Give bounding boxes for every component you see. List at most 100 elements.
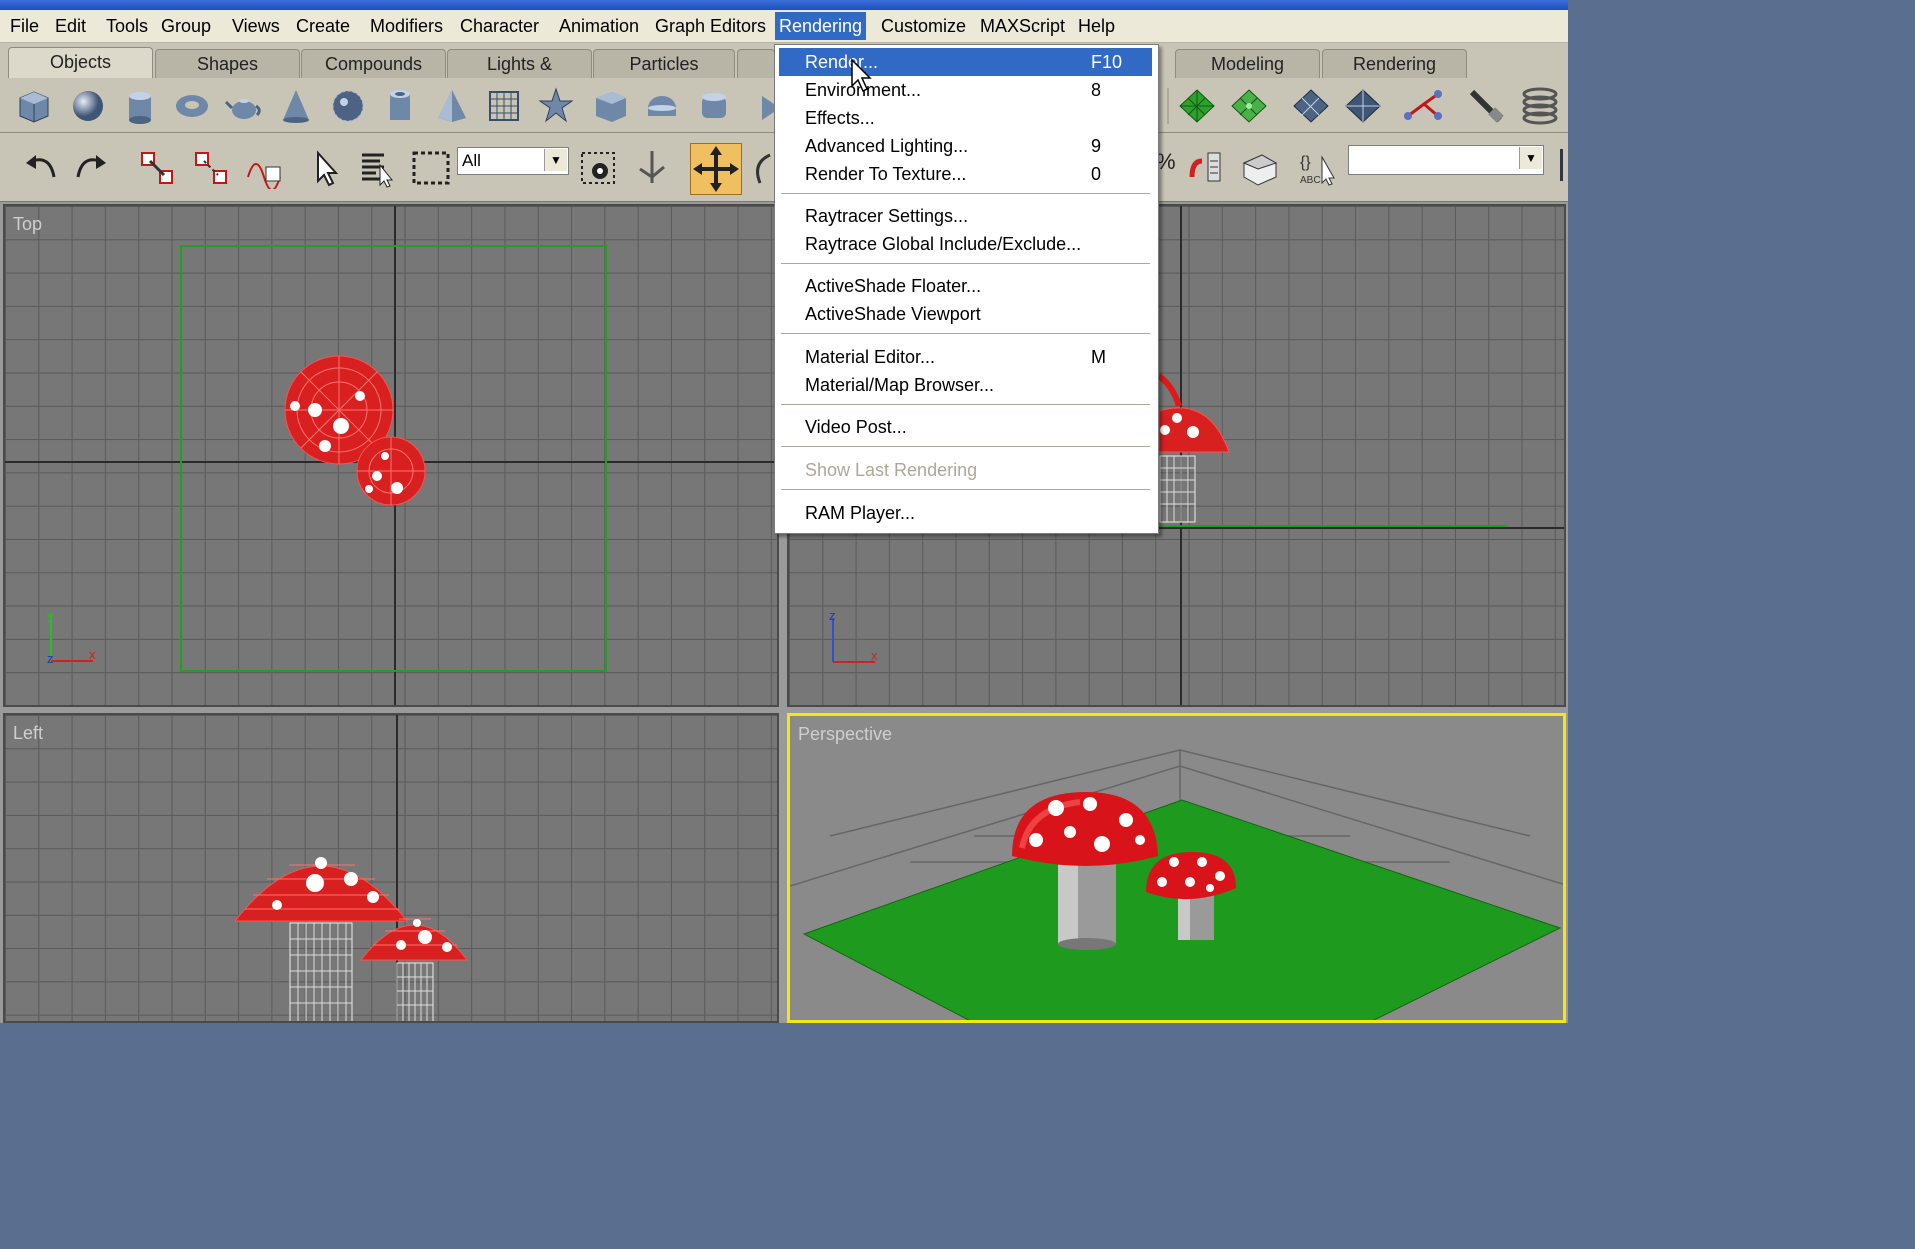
axis-z-label: z <box>829 608 836 623</box>
menu-file[interactable]: File <box>6 15 43 37</box>
tab-modeling[interactable]: Modeling <box>1175 49 1320 78</box>
menu-rendering[interactable]: Rendering <box>775 12 867 40</box>
menu-separator <box>781 193 1150 195</box>
viewport-top[interactable]: Top x y z <box>3 204 779 707</box>
select-and-link-icon[interactable] <box>136 147 178 189</box>
bind-to-space-warp-icon[interactable] <box>244 147 286 189</box>
viewport-left[interactable]: Left <box>3 713 779 1023</box>
toolbar-grip <box>1560 149 1563 181</box>
rotate-icon[interactable] <box>746 147 774 189</box>
menu-create[interactable]: Create <box>292 15 354 37</box>
mouse-cursor-icon <box>851 58 872 93</box>
title-bar <box>0 0 1568 10</box>
menu-separator <box>781 333 1150 335</box>
tube-icon[interactable] <box>380 86 420 126</box>
mirror-named-sel-icon[interactable]: {} ABC <box>1298 147 1340 189</box>
tab-rendering[interactable]: Rendering <box>1322 49 1467 78</box>
perspective-scene <box>790 749 1563 1020</box>
menu-item-advanced-lighting[interactable]: Advanced Lighting... 9 <box>779 132 1152 160</box>
pyramid-icon[interactable] <box>432 86 472 126</box>
menu-customize[interactable]: Customize <box>877 15 970 37</box>
menu-bar: File Edit Tools Group Views Create Modif… <box>0 10 1568 43</box>
menu-separator <box>781 404 1150 406</box>
cone-icon[interactable] <box>276 86 316 126</box>
axis-y-label: y <box>47 608 54 623</box>
selection-filter-dropdown[interactable]: All ▼ <box>457 147 569 175</box>
menu-item-material-map-browser[interactable]: Material/Map Browser... <box>779 371 1152 399</box>
menu-group[interactable]: Group <box>157 15 215 37</box>
tab-objects[interactable]: Objects <box>8 47 153 78</box>
tape-icon[interactable] <box>1466 86 1508 126</box>
menu-separator <box>781 489 1150 491</box>
menu-maxscript[interactable]: MAXScript <box>976 15 1069 37</box>
chevron-down-icon: ▼ <box>1519 147 1542 169</box>
axis-x-label: x <box>871 648 878 663</box>
menu-separator <box>781 446 1150 448</box>
menu-item-render[interactable]: Render... F10 <box>779 48 1152 76</box>
chamfercyl-icon[interactable] <box>694 86 734 126</box>
menu-views[interactable]: Views <box>228 15 284 37</box>
menu-help[interactable]: Help <box>1074 15 1119 37</box>
menu-item-render-to-texture[interactable]: Render To Texture... 0 <box>779 160 1152 188</box>
rendering-menu-dropdown: Render...F10 Environment...8 Effects... … <box>774 44 1159 534</box>
menu-tools[interactable]: Tools <box>102 15 152 37</box>
hemisphere-icon[interactable] <box>642 86 682 126</box>
tab-shapes[interactable]: Shapes <box>155 49 300 78</box>
selection-filter-value: All <box>462 151 481 170</box>
svg-text:{}: {} <box>1300 154 1311 171</box>
edit-named-selection-icon[interactable] <box>1238 147 1280 189</box>
editable-mesh-icon[interactable] <box>1290 86 1332 126</box>
select-and-move-button[interactable] <box>690 143 742 195</box>
teapot-icon[interactable] <box>224 86 264 126</box>
editable-poly-icon[interactable] <box>1342 86 1384 126</box>
menu-graph-editors[interactable]: Graph Editors <box>651 15 770 37</box>
select-object-icon[interactable] <box>310 147 342 189</box>
tab-compounds[interactable]: Compounds <box>301 49 446 78</box>
rectangular-selection-icon[interactable] <box>410 147 452 189</box>
menu-item-material-editor[interactable]: Material Editor... M <box>779 343 1152 371</box>
menu-item-ram-player[interactable]: RAM Player... <box>779 499 1152 527</box>
tab-partial[interactable] <box>737 49 775 78</box>
tab-lights-cameras[interactable]: Lights & Cameras <box>447 49 592 102</box>
menu-item-activeshade-viewport[interactable]: ActiveShade Viewport <box>779 300 1152 328</box>
menu-item-environment[interactable]: Environment...8 <box>779 76 1152 104</box>
named-selection-sets-dropdown[interactable]: ▼ <box>1348 145 1544 175</box>
redo-icon[interactable] <box>72 147 112 187</box>
menu-character[interactable]: Character <box>456 15 543 37</box>
hedra-icon[interactable] <box>536 86 576 126</box>
cylinder-icon[interactable] <box>120 86 160 126</box>
menu-edit[interactable]: Edit <box>51 15 90 37</box>
spinner-snap-icon[interactable] <box>1184 147 1226 189</box>
window-crossing-icon[interactable] <box>578 147 620 189</box>
nurbs-cv-surface-icon[interactable] <box>1228 86 1270 126</box>
axis-z-label: z <box>47 651 54 666</box>
menu-item-raytrace-include-exclude[interactable]: Raytrace Global Include/Exclude... <box>779 230 1152 258</box>
svg-text:ABC: ABC <box>1300 175 1321 186</box>
menu-item-activeshade-floater[interactable]: ActiveShade Floater... <box>779 272 1152 300</box>
menu-animation[interactable]: Animation <box>555 15 643 37</box>
menu-item-video-post[interactable]: Video Post... <box>779 413 1152 441</box>
mushroom-front-partial[interactable] <box>1157 373 1230 523</box>
oiltank-icon[interactable] <box>748 86 774 126</box>
mushroom-small-top[interactable] <box>356 436 426 506</box>
menu-item-effects[interactable]: Effects... <box>779 104 1152 132</box>
geosphere-icon[interactable] <box>328 86 368 126</box>
tab-particles[interactable]: Particles <box>593 49 735 78</box>
bones-icon[interactable] <box>1402 86 1444 126</box>
sphere-icon[interactable] <box>68 86 108 126</box>
spring-icon[interactable] <box>1518 86 1562 126</box>
unlink-selection-icon[interactable] <box>190 147 232 189</box>
viewport-perspective[interactable]: Perspective <box>787 713 1566 1023</box>
select-by-name-icon[interactable] <box>356 147 398 189</box>
toolbar-divider <box>1167 88 1169 124</box>
undo-icon[interactable] <box>20 147 60 187</box>
select-and-move-small-icon[interactable] <box>632 147 672 189</box>
nurbs-surface-icon[interactable] <box>1176 86 1218 126</box>
plane-icon[interactable] <box>484 86 524 126</box>
mushroom-small-left[interactable] <box>359 918 468 1023</box>
box-icon[interactable] <box>14 86 54 126</box>
menu-item-raytracer-settings[interactable]: Raytracer Settings... <box>779 202 1152 230</box>
chamferbox-icon[interactable] <box>590 86 630 126</box>
torus-icon[interactable] <box>172 86 212 126</box>
menu-modifiers[interactable]: Modifiers <box>366 15 447 37</box>
